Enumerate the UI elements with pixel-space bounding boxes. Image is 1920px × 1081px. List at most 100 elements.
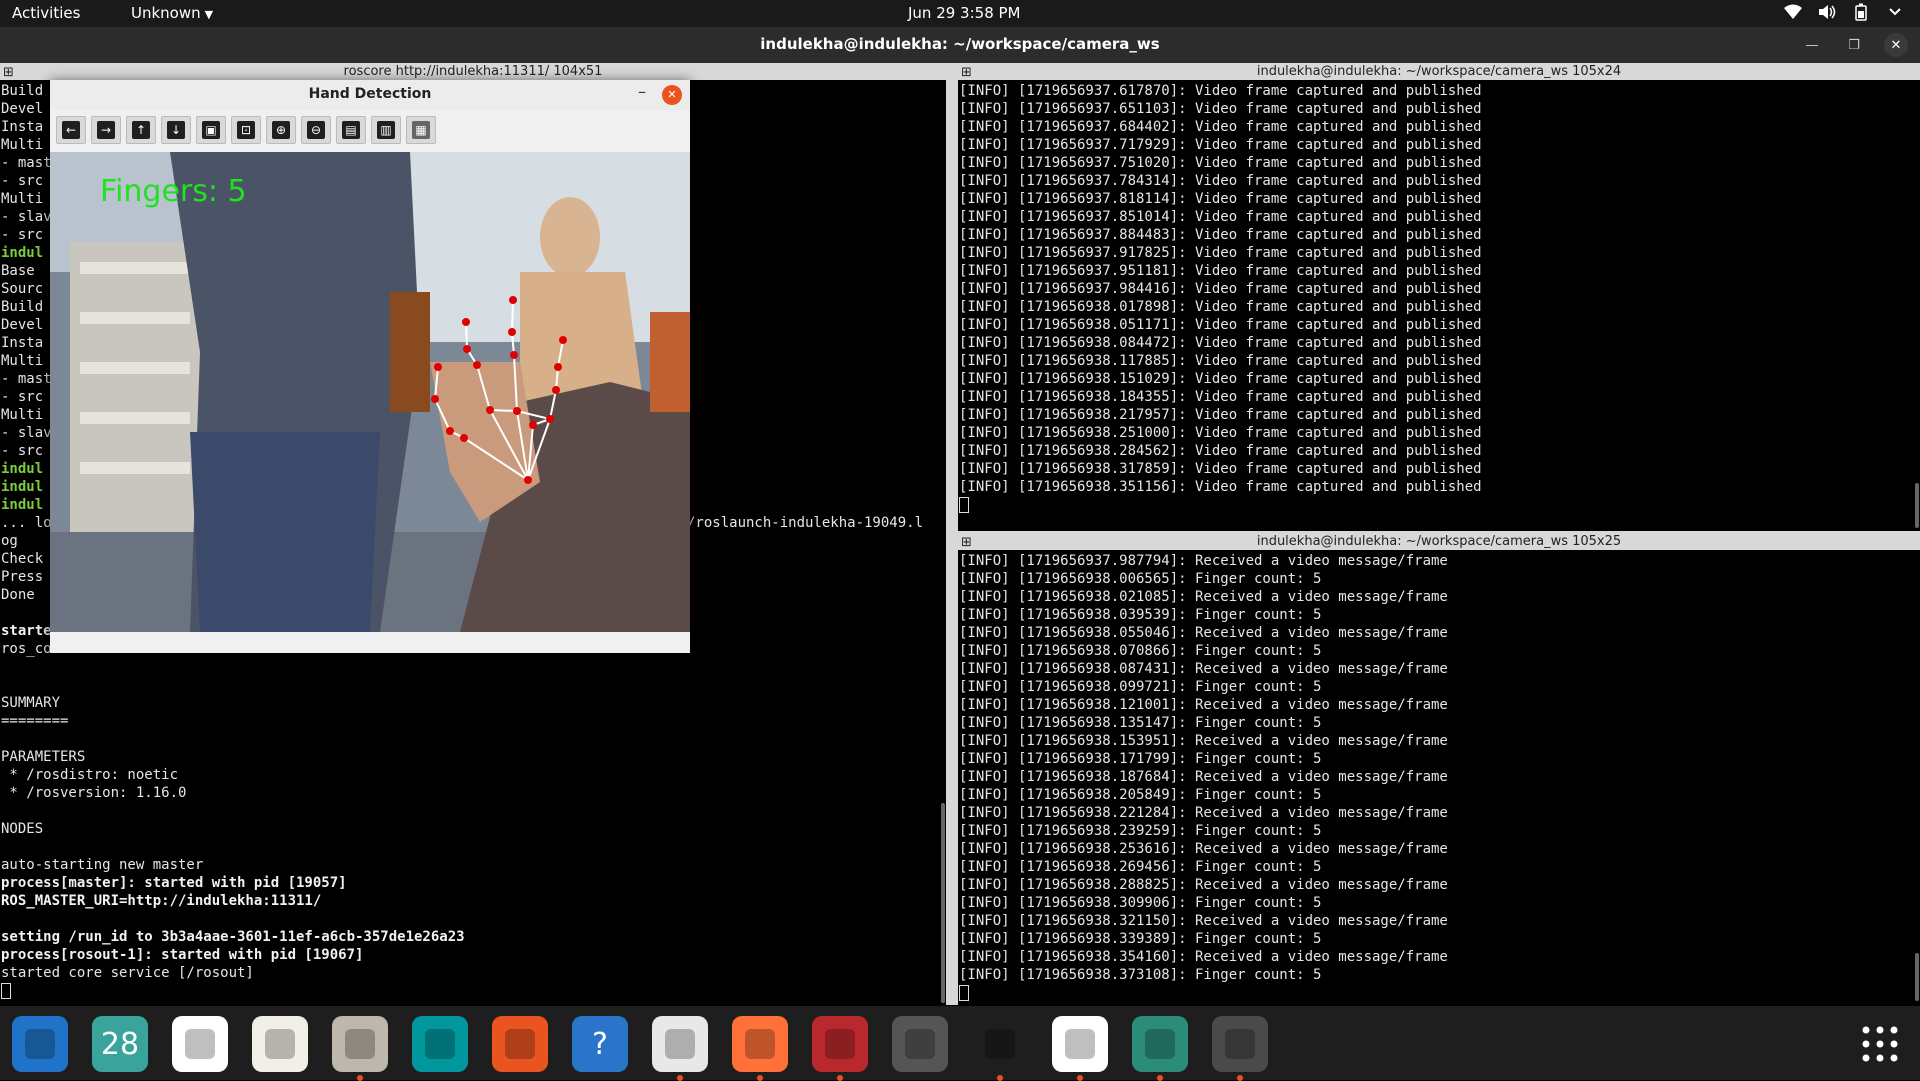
pane-menu-icon[interactable]: ⊞ — [3, 64, 14, 81]
dock-app-software[interactable] — [492, 1016, 548, 1072]
log-line: [INFO] [1719656938.055046]: Received a v… — [959, 625, 1448, 641]
dock-app-thunderbird[interactable] — [12, 1016, 68, 1072]
volume-icon — [1818, 3, 1836, 21]
top-right-pane-title: indulekha@indulekha: ~/workspace/camera_… — [1256, 64, 1622, 79]
dock-app-writer[interactable] — [172, 1016, 228, 1072]
dock-app-app-red[interactable] — [812, 1016, 868, 1081]
top-right-scrollbar[interactable] — [1915, 483, 1919, 528]
dock-app-arduino[interactable] — [412, 1016, 468, 1072]
copy-button[interactable]: ▥ — [371, 116, 401, 144]
activities-button[interactable]: Activities — [12, 4, 80, 22]
log-line: [INFO] [1719656938.309906]: Finger count… — [959, 895, 1322, 911]
log-line: process[master]: started with pid [19057… — [1, 875, 347, 891]
log-line: [INFO] [1719656937.851014]: Video frame … — [959, 209, 1482, 225]
wifi-icon — [1784, 3, 1802, 21]
dock-app-label: ? — [592, 1026, 608, 1062]
camera-feed-image[interactable]: Fingers: 5 — [50, 152, 690, 632]
pane-menu-icon[interactable]: ⊞ — [961, 534, 972, 551]
thunderbird-icon — [25, 1029, 55, 1059]
dock-app-calendar[interactable]: 28 — [92, 1016, 148, 1072]
top-bar: Activities Unknown ▼ Jun 29 3:58 PM — [0, 0, 1920, 27]
left-pane-titlebar: ⊞ roscore http://indulekha:11311/ 104x51 — [0, 63, 946, 80]
terminal-titlebar[interactable]: indulekha@indulekha: ~/workspace/camera_… — [0, 27, 1920, 63]
rhythmbox-icon — [265, 1029, 295, 1059]
zoom-in-button[interactable]: ⊕ — [266, 116, 296, 144]
close-button[interactable]: ✕ — [662, 85, 682, 105]
log-line: [INFO] [1719656938.221284]: Received a v… — [959, 805, 1448, 821]
bottom-right-pane-body[interactable]: [INFO] [1719656937.987794]: Received a v… — [959, 552, 1912, 1005]
close-button[interactable]: ✕ — [1884, 33, 1908, 57]
running-indicator — [997, 1075, 1003, 1081]
save-icon: ▤ — [342, 121, 360, 139]
show-applications-button[interactable] — [1860, 1024, 1900, 1064]
zoom-out-button[interactable]: ⊖ — [301, 116, 331, 144]
dock-app-software-updater[interactable] — [892, 1016, 948, 1072]
log-line: [INFO] [1719656938.021085]: Received a v… — [959, 589, 1448, 605]
dock-app-rhythmbox[interactable] — [252, 1016, 308, 1072]
log-line: auto-starting new master — [1, 857, 204, 873]
log-line: PARAMETERS — [1, 749, 86, 765]
dock-app-chrome[interactable] — [652, 1016, 708, 1081]
top-right-terminal-pane[interactable]: ⊞ indulekha@indulekha: ~/workspace/camer… — [958, 63, 1920, 531]
pane-separator[interactable] — [946, 63, 958, 1005]
app-red-icon — [825, 1029, 855, 1059]
log-line: started core service [/rosout] — [1, 965, 254, 981]
save-button[interactable]: ▤ — [336, 116, 366, 144]
log-line: [INFO] [1719656938.354160]: Received a v… — [959, 949, 1448, 965]
dock-app-app-installer[interactable] — [1132, 1016, 1188, 1081]
system-tray[interactable] — [1784, 3, 1904, 21]
image-options-icon: ⊡ — [237, 121, 255, 139]
dock-app-firefox[interactable] — [732, 1016, 788, 1081]
left-scrollbar[interactable] — [941, 803, 945, 1003]
log-line: [INFO] [1719656938.284562]: Video frame … — [959, 443, 1482, 459]
dock-app-files[interactable] — [332, 1016, 388, 1081]
arrow-right-icon: → — [97, 121, 115, 139]
writer-icon — [185, 1029, 215, 1059]
dock-app-vscode[interactable] — [972, 1016, 1028, 1081]
properties-icon: ▦ — [412, 121, 430, 139]
arrow-up-icon: ↑ — [132, 121, 150, 139]
log-line: [INFO] [1719656938.321150]: Received a v… — [959, 913, 1448, 929]
clock[interactable]: Jun 29 3:58 PM — [908, 4, 1021, 22]
app-menu[interactable]: Unknown ▼ — [131, 4, 213, 22]
bottom-right-terminal-pane[interactable]: ⊞ indulekha@indulekha: ~/workspace/camer… — [958, 533, 1920, 1005]
zoom-fit-button[interactable]: ⊡ — [231, 116, 261, 144]
reset-zoom-button[interactable]: ▣ — [196, 116, 226, 144]
log-line: [INFO] [1719656938.135147]: Finger count… — [959, 715, 1322, 731]
properties-button[interactable]: ▦ — [406, 116, 436, 144]
pane-menu-icon[interactable]: ⊞ — [961, 64, 972, 81]
log-line: [INFO] [1719656937.987794]: Received a v… — [959, 553, 1448, 569]
hand-landmarks-overlay — [431, 296, 567, 484]
minimize-button[interactable]: — — [1800, 33, 1824, 57]
minimize-button[interactable]: – — [638, 82, 646, 101]
pan-up-button[interactable]: ↑ — [126, 116, 156, 144]
log-line: [INFO] [1719656938.288825]: Received a v… — [959, 877, 1448, 893]
clipboard-icon: ▥ — [377, 121, 395, 139]
dock-app-help[interactable]: ? — [572, 1016, 628, 1072]
dock-app-terminal[interactable] — [1212, 1016, 1268, 1081]
pan-left-button[interactable]: ← — [56, 116, 86, 144]
dock-app-text-editor[interactable] — [1052, 1016, 1108, 1081]
log-line: [INFO] [1719656937.651103]: Video frame … — [959, 101, 1482, 117]
log-line: * /rosversion: 1.16.0 — [1, 785, 187, 801]
hand-detection-titlebar[interactable]: Hand Detection – ✕ — [50, 80, 690, 110]
log-line: [INFO] [1719656938.006565]: Finger count… — [959, 571, 1322, 587]
files-icon — [345, 1029, 375, 1059]
finger-count-overlay: Fingers: 5 — [100, 174, 247, 209]
battery-icon — [1852, 3, 1870, 21]
log-line: * /rosdistro: noetic — [1, 767, 179, 783]
log-line: [INFO] [1719656938.217957]: Video frame … — [959, 407, 1482, 423]
log-line: [INFO] [1719656937.818114]: Video frame … — [959, 191, 1482, 207]
log-line: NODES — [1, 821, 44, 837]
maximize-button[interactable]: ❐ — [1842, 33, 1866, 57]
dock: 28? — [0, 1006, 1920, 1081]
log-line: [INFO] [1719656938.184355]: Video frame … — [959, 389, 1482, 405]
pan-right-button[interactable]: → — [91, 116, 121, 144]
hand-detection-window[interactable]: Hand Detection – ✕ ← → ↑ ↓ ▣ ⊡ ⊕ ⊖ ▤ ▥ ▦ — [50, 80, 690, 653]
top-right-pane-body[interactable]: [INFO] [1719656937.617870]: Video frame … — [959, 82, 1912, 531]
bottom-right-scrollbar[interactable] — [1915, 953, 1919, 1001]
pan-down-button[interactable]: ↓ — [161, 116, 191, 144]
log-line: [INFO] [1719656938.253616]: Received a v… — [959, 841, 1448, 857]
